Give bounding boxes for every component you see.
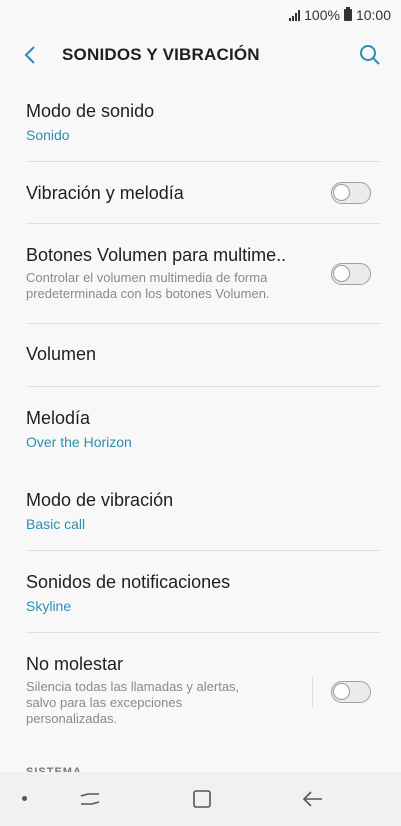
recent-apps-icon[interactable] <box>78 787 102 811</box>
clock: 10:00 <box>355 7 391 23</box>
do-not-disturb-title: No molestar <box>26 654 124 674</box>
page-title: SONIDOS Y VIBRACIÓN <box>62 45 260 64</box>
ringtone-title: Melodía <box>26 408 91 428</box>
toggle-knob <box>333 265 350 282</box>
notification-sounds-title: Sonidos de notificaciones <box>26 572 231 592</box>
notification-sounds-value: Skyline <box>26 598 72 614</box>
vibration-melody-toggle[interactable] <box>331 182 371 204</box>
do-not-disturb-description: Silencia todas las llamadas y alertas, s… <box>26 679 240 726</box>
volume-row[interactable]: Volumen <box>0 324 401 387</box>
signal-icon <box>289 9 301 21</box>
vibration-mode-title: Modo de vibración <box>26 490 174 510</box>
back-arrow-icon[interactable] <box>18 42 44 68</box>
ringtone-row[interactable]: Melodía Over the Horizon <box>0 387 401 469</box>
vibration-melody-title: Vibración y melodía <box>26 183 184 203</box>
volume-title: Volumen <box>26 344 97 364</box>
sound-mode-value: Sonido <box>26 127 70 143</box>
volume-buttons-title: Botones Volumen para multime.. <box>26 245 287 265</box>
ringtone-value: Over the Horizon <box>26 434 132 450</box>
vibration-melody-row[interactable]: Vibración y melodía <box>0 162 401 224</box>
home-icon[interactable] <box>190 787 214 811</box>
do-not-disturb-row[interactable]: No molestar Silencia todas las llamadas … <box>0 633 401 733</box>
volume-buttons-description: Controlar el volumen multimedia de forma… <box>26 270 270 301</box>
vibration-mode-row[interactable]: Modo de vibración Basic call <box>0 469 401 551</box>
status-bar: 100% 10:00 <box>0 0 401 30</box>
battery-percent: 100% <box>304 7 340 23</box>
volume-buttons-row[interactable]: Botones Volumen para multime.. Controlar… <box>0 224 401 324</box>
settings-list: Modo de sonido Sonido Vibración y melodí… <box>0 80 401 733</box>
toggle-knob <box>333 184 350 201</box>
navigation-bar <box>0 772 401 826</box>
do-not-disturb-toggle[interactable] <box>331 681 371 703</box>
search-icon[interactable] <box>357 42 383 68</box>
nav-dot-icon <box>22 796 27 801</box>
vibration-mode-value: Basic call <box>26 516 86 532</box>
toggle-knob <box>333 683 350 700</box>
notification-sounds-row[interactable]: Sonidos de notificaciones Skyline <box>0 551 401 633</box>
nav-back-icon[interactable] <box>300 787 326 811</box>
battery-icon <box>343 7 352 21</box>
vertical-divider <box>312 677 313 707</box>
app-bar: SONIDOS Y VIBRACIÓN <box>0 30 401 80</box>
sound-mode-title: Modo de sonido <box>26 101 155 121</box>
sound-mode-row[interactable]: Modo de sonido Sonido <box>0 80 401 162</box>
volume-buttons-toggle[interactable] <box>331 263 371 285</box>
